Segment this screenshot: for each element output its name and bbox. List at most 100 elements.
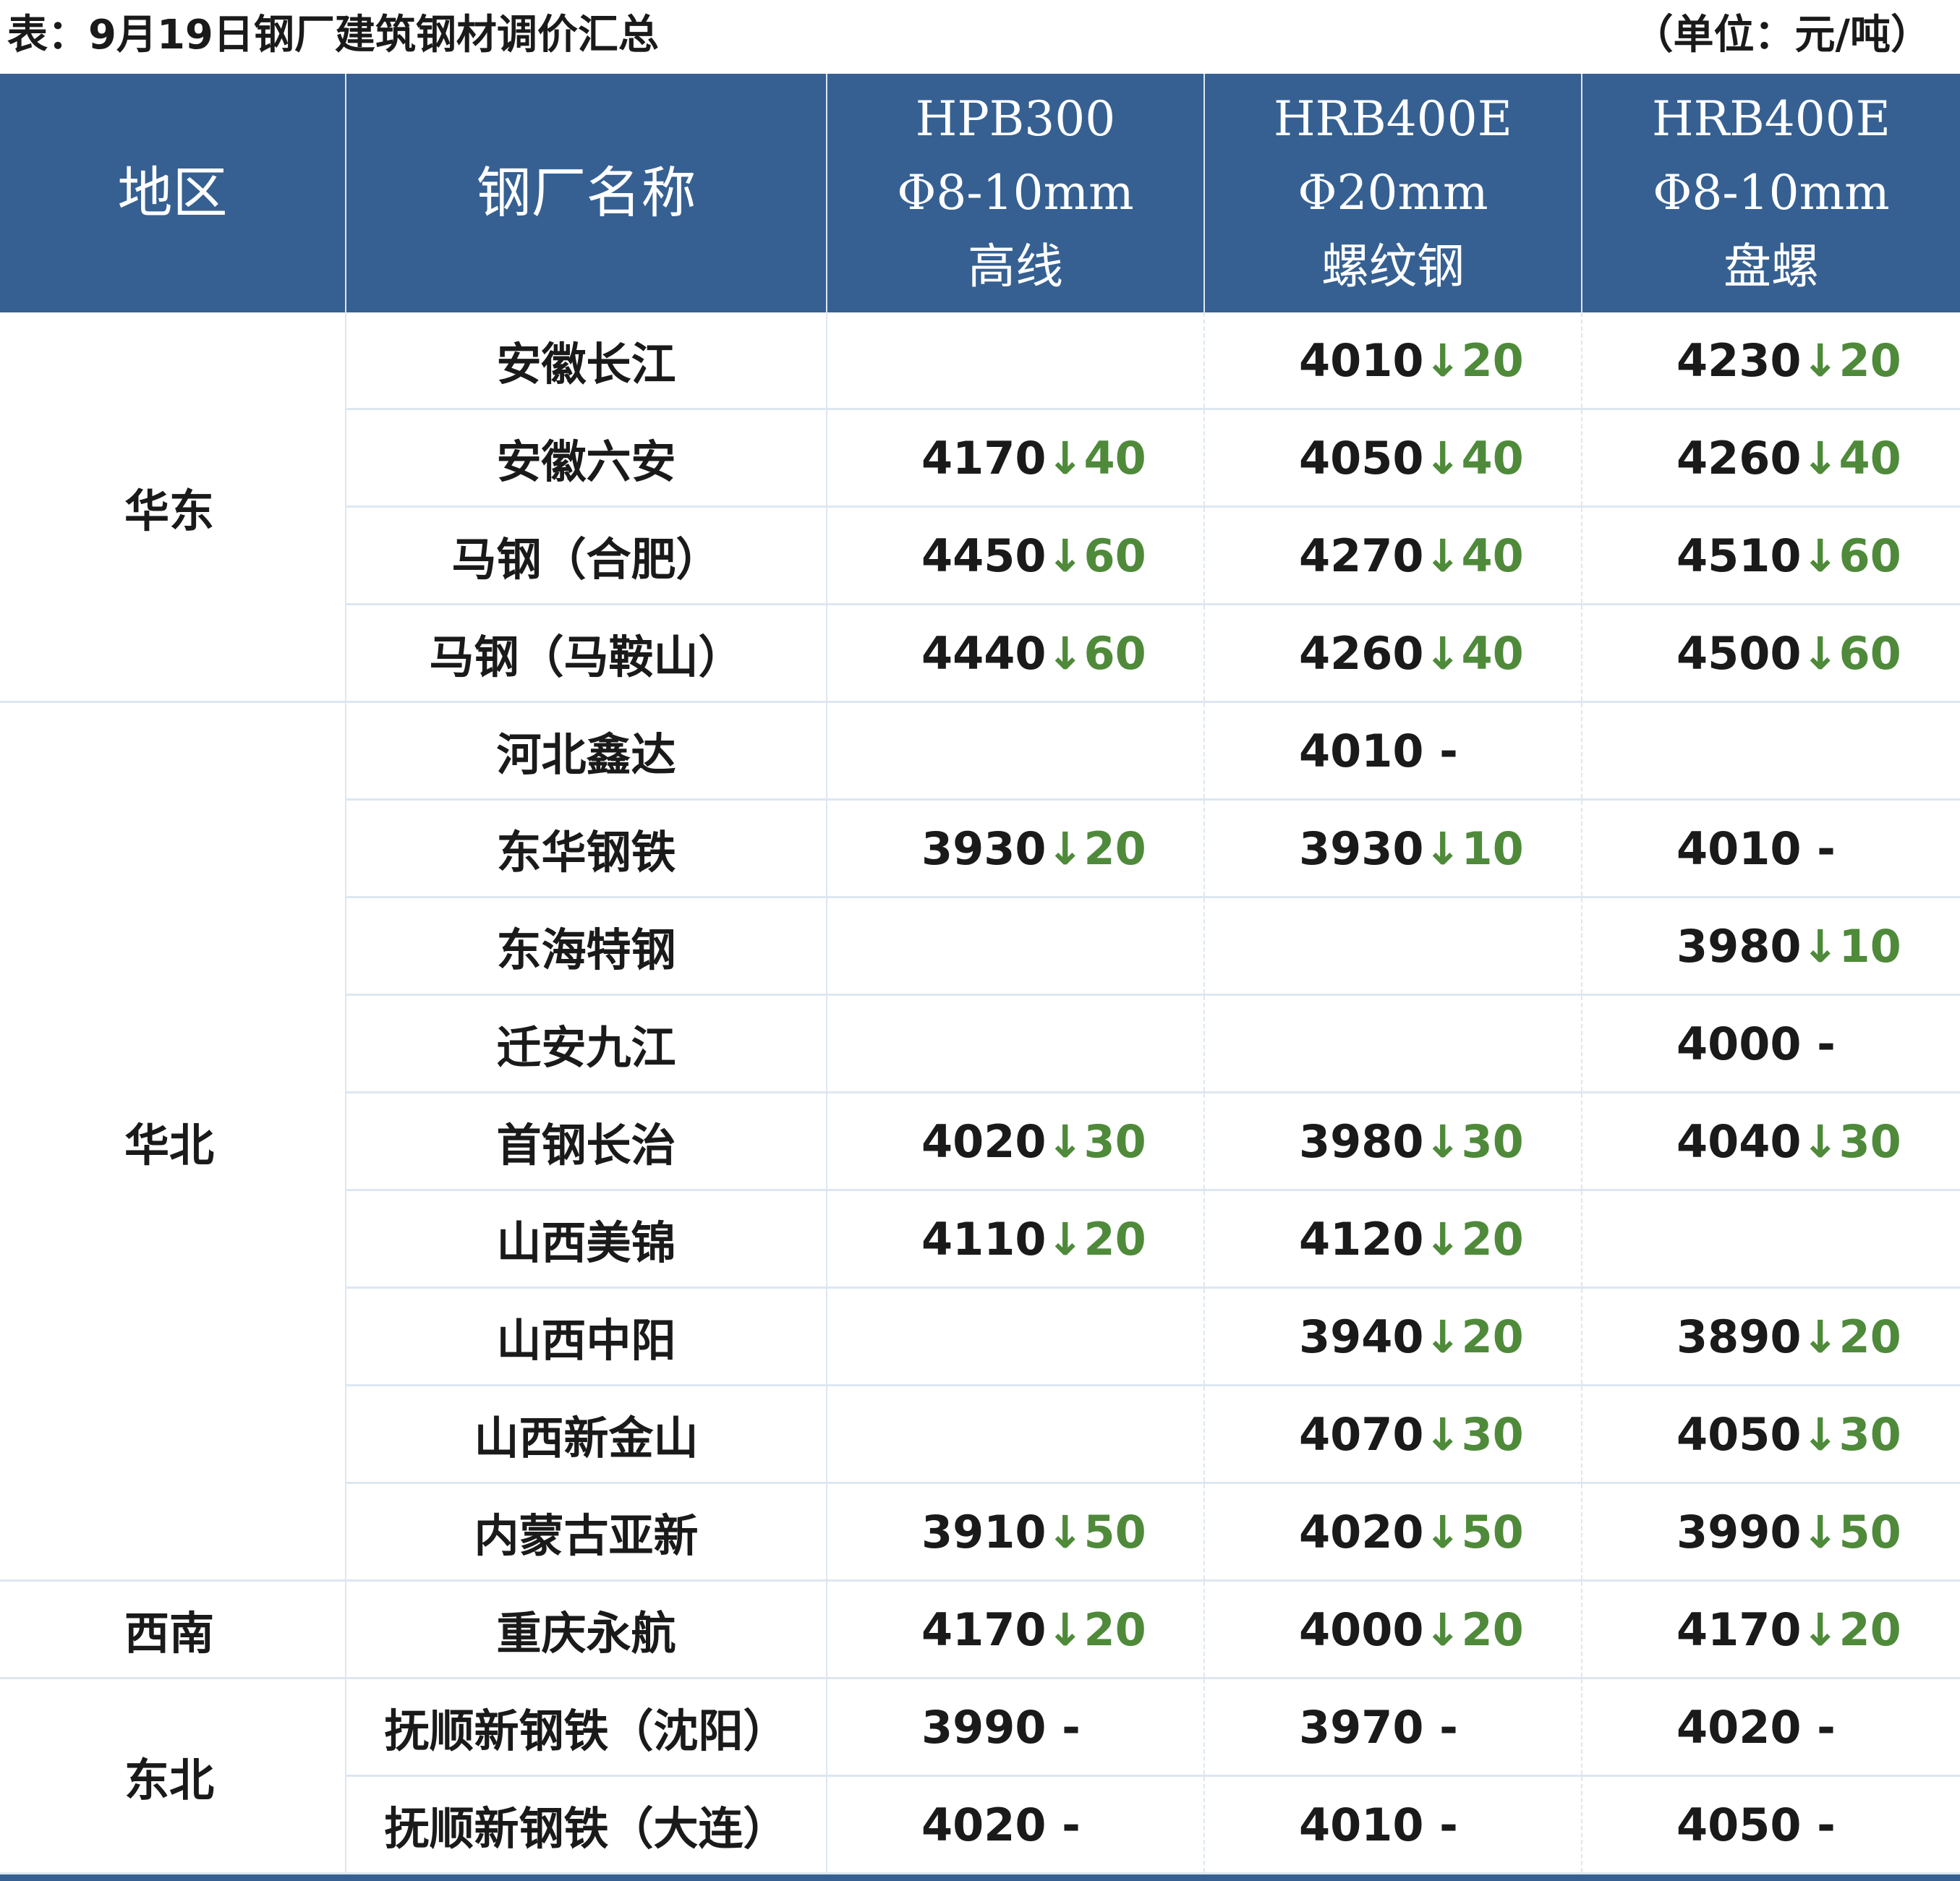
price-value: 3970 <box>1299 1700 1424 1754</box>
price-cell-a <box>827 701 1205 801</box>
price-cell-a: 4020 - <box>827 1775 1205 1874</box>
price-cell-a: 3910↓50 <box>827 1483 1205 1582</box>
price-unchanged: - <box>1817 1798 1836 1851</box>
price-value: 4010 <box>1299 724 1424 777</box>
price-cell-c: 4020 - <box>1582 1678 1960 1777</box>
price-cell-c: 4510↓60 <box>1582 506 1960 605</box>
price-change-down: ↓30 <box>1423 1407 1524 1461</box>
price-cell-c: 4000 - <box>1582 994 1960 1093</box>
price-cell-c: 3990↓50 <box>1582 1483 1960 1582</box>
region-cell: 华北 <box>0 701 346 1582</box>
price-unchanged: - <box>1439 724 1458 777</box>
price-value: 4040 <box>1676 1114 1802 1168</box>
price-change-down: ↓20 <box>1423 1603 1524 1656</box>
price-value: 3990 <box>1676 1505 1802 1558</box>
mill-name-cell: 抚顺新钢铁（沈阳） <box>346 1678 827 1777</box>
price-change-down: ↓10 <box>1423 822 1524 875</box>
price-cell-b: 4260↓40 <box>1204 604 1582 703</box>
price-change-down: ↓60 <box>1801 626 1901 680</box>
header-rebar-type: 螺纹钢 <box>1321 239 1465 294</box>
price-unchanged: - <box>1439 1700 1458 1754</box>
price-cell-b: 3940↓20 <box>1204 1287 1582 1386</box>
price-value: 4020 <box>1676 1700 1802 1754</box>
table-body: 华东 安徽长江 4010↓20 4230↓20 安徽六安 4170↓40 4050↓40 42… <box>0 312 1960 1874</box>
unit-note: （单位：元/吨） <box>1632 12 1931 59</box>
price-value: 4260 <box>1299 626 1424 680</box>
price-value: 4500 <box>1676 626 1802 680</box>
price-cell-a: 4170↓20 <box>827 1580 1205 1679</box>
price-value: 4000 <box>1299 1603 1424 1656</box>
price-cell-a <box>827 994 1205 1093</box>
price-cell-b: 4020↓50 <box>1204 1483 1582 1582</box>
price-cell-c: 4010 - <box>1582 799 1960 898</box>
price-value: 3990 <box>921 1700 1047 1754</box>
mill-name-cell: 重庆永航 <box>346 1580 827 1679</box>
region-cell: 东北 <box>0 1678 346 1874</box>
price-cell-a: 4450↓60 <box>827 506 1205 605</box>
price-change-down: ↓50 <box>1423 1505 1524 1558</box>
price-cell-b: 4010 - <box>1204 701 1582 801</box>
table-row: 东北 抚顺新钢铁（沈阳） 3990 -3970 -4020 - <box>0 1678 1960 1874</box>
price-change-down: ↓60 <box>1046 626 1146 680</box>
table-header: 地区 钢厂名称 HPB300 Φ8-10mm 高线 HRB400E Φ20mm … <box>0 74 1960 312</box>
price-cell-c <box>1582 1190 1960 1289</box>
header-coil-size: Φ8-10mm <box>1653 165 1890 221</box>
price-change-down: ↓40 <box>1423 431 1524 485</box>
mill-name-cell: 安徽长江 <box>346 312 827 410</box>
header-rebar-size: Φ20mm <box>1298 165 1488 221</box>
price-change-down: ↓30 <box>1423 1114 1524 1168</box>
price-cell-a: 3990 - <box>827 1678 1205 1777</box>
price-value: 4170 <box>1676 1603 1802 1656</box>
price-value: 4020 <box>1299 1505 1424 1558</box>
price-value: 4010 <box>1299 1798 1424 1851</box>
price-value: 3940 <box>1299 1310 1424 1363</box>
price-value: 3980 <box>1299 1114 1424 1168</box>
table-bottom-rule <box>0 1874 1960 1881</box>
price-cell-a <box>827 1287 1205 1386</box>
mill-name-cell: 山西中阳 <box>346 1287 827 1386</box>
price-change-down: ↓50 <box>1046 1505 1146 1558</box>
header-coil-type: 盘螺 <box>1723 239 1819 294</box>
price-cell-b: 4070↓30 <box>1204 1385 1582 1484</box>
price-cell-a: 3930↓20 <box>827 799 1205 898</box>
header-hpb300-grade: HPB300 <box>915 91 1116 147</box>
price-cell-b <box>1204 897 1582 996</box>
price-value: 4110 <box>921 1212 1047 1266</box>
price-unchanged: - <box>1817 822 1836 875</box>
price-cell-a <box>827 897 1205 996</box>
price-change-down: ↓20 <box>1423 1310 1524 1363</box>
price-value: 4510 <box>1676 529 1802 582</box>
price-cell-a: 4440↓60 <box>827 604 1205 703</box>
price-cell-c: 4260↓40 <box>1582 409 1960 508</box>
price-value: 3980 <box>1676 919 1802 973</box>
price-change-down: ↓40 <box>1046 431 1146 485</box>
price-value: 4010 <box>1676 822 1802 875</box>
price-change-down: ↓20 <box>1046 1212 1146 1266</box>
price-value: 4010 <box>1299 333 1424 387</box>
price-value: 4050 <box>1676 1798 1802 1851</box>
price-value: 4070 <box>1299 1407 1424 1461</box>
price-cell-b: 3930↓10 <box>1204 799 1582 898</box>
price-value: 4450 <box>921 529 1047 582</box>
mill-name-cell: 马钢（马鞍山） <box>346 604 827 703</box>
price-table: 地区 钢厂名称 HPB300 Φ8-10mm 高线 HRB400E Φ20mm … <box>0 74 1960 1874</box>
price-change-down: ↓30 <box>1801 1114 1901 1168</box>
price-value: 3890 <box>1676 1310 1802 1363</box>
price-change-down: ↓40 <box>1423 626 1524 680</box>
table-row: 西南 重庆永航 4170↓20 4000↓20 4170↓20 <box>0 1580 1960 1679</box>
price-value: 4230 <box>1676 333 1802 387</box>
price-cell-a <box>827 1385 1205 1484</box>
price-value: 4260 <box>1676 431 1802 485</box>
price-cell-a: 4170↓40 <box>827 409 1205 508</box>
price-cell-a: 4020↓30 <box>827 1092 1205 1191</box>
price-cell-c: 4500↓60 <box>1582 604 1960 703</box>
header-region: 地区 <box>0 74 346 312</box>
mill-name-cell: 东海特钢 <box>346 897 827 996</box>
price-cell-b: 3970 - <box>1204 1678 1582 1777</box>
mill-name-cell: 首钢长治 <box>346 1092 827 1191</box>
price-cell-b: 4000↓20 <box>1204 1580 1582 1679</box>
table-row: 华东 安徽长江 4010↓20 4230↓20 <box>0 312 1960 703</box>
price-cell-c: 4170↓20 <box>1582 1580 1960 1679</box>
mill-name-cell: 内蒙古亚新 <box>346 1483 827 1582</box>
price-change-down: ↓60 <box>1046 529 1146 582</box>
